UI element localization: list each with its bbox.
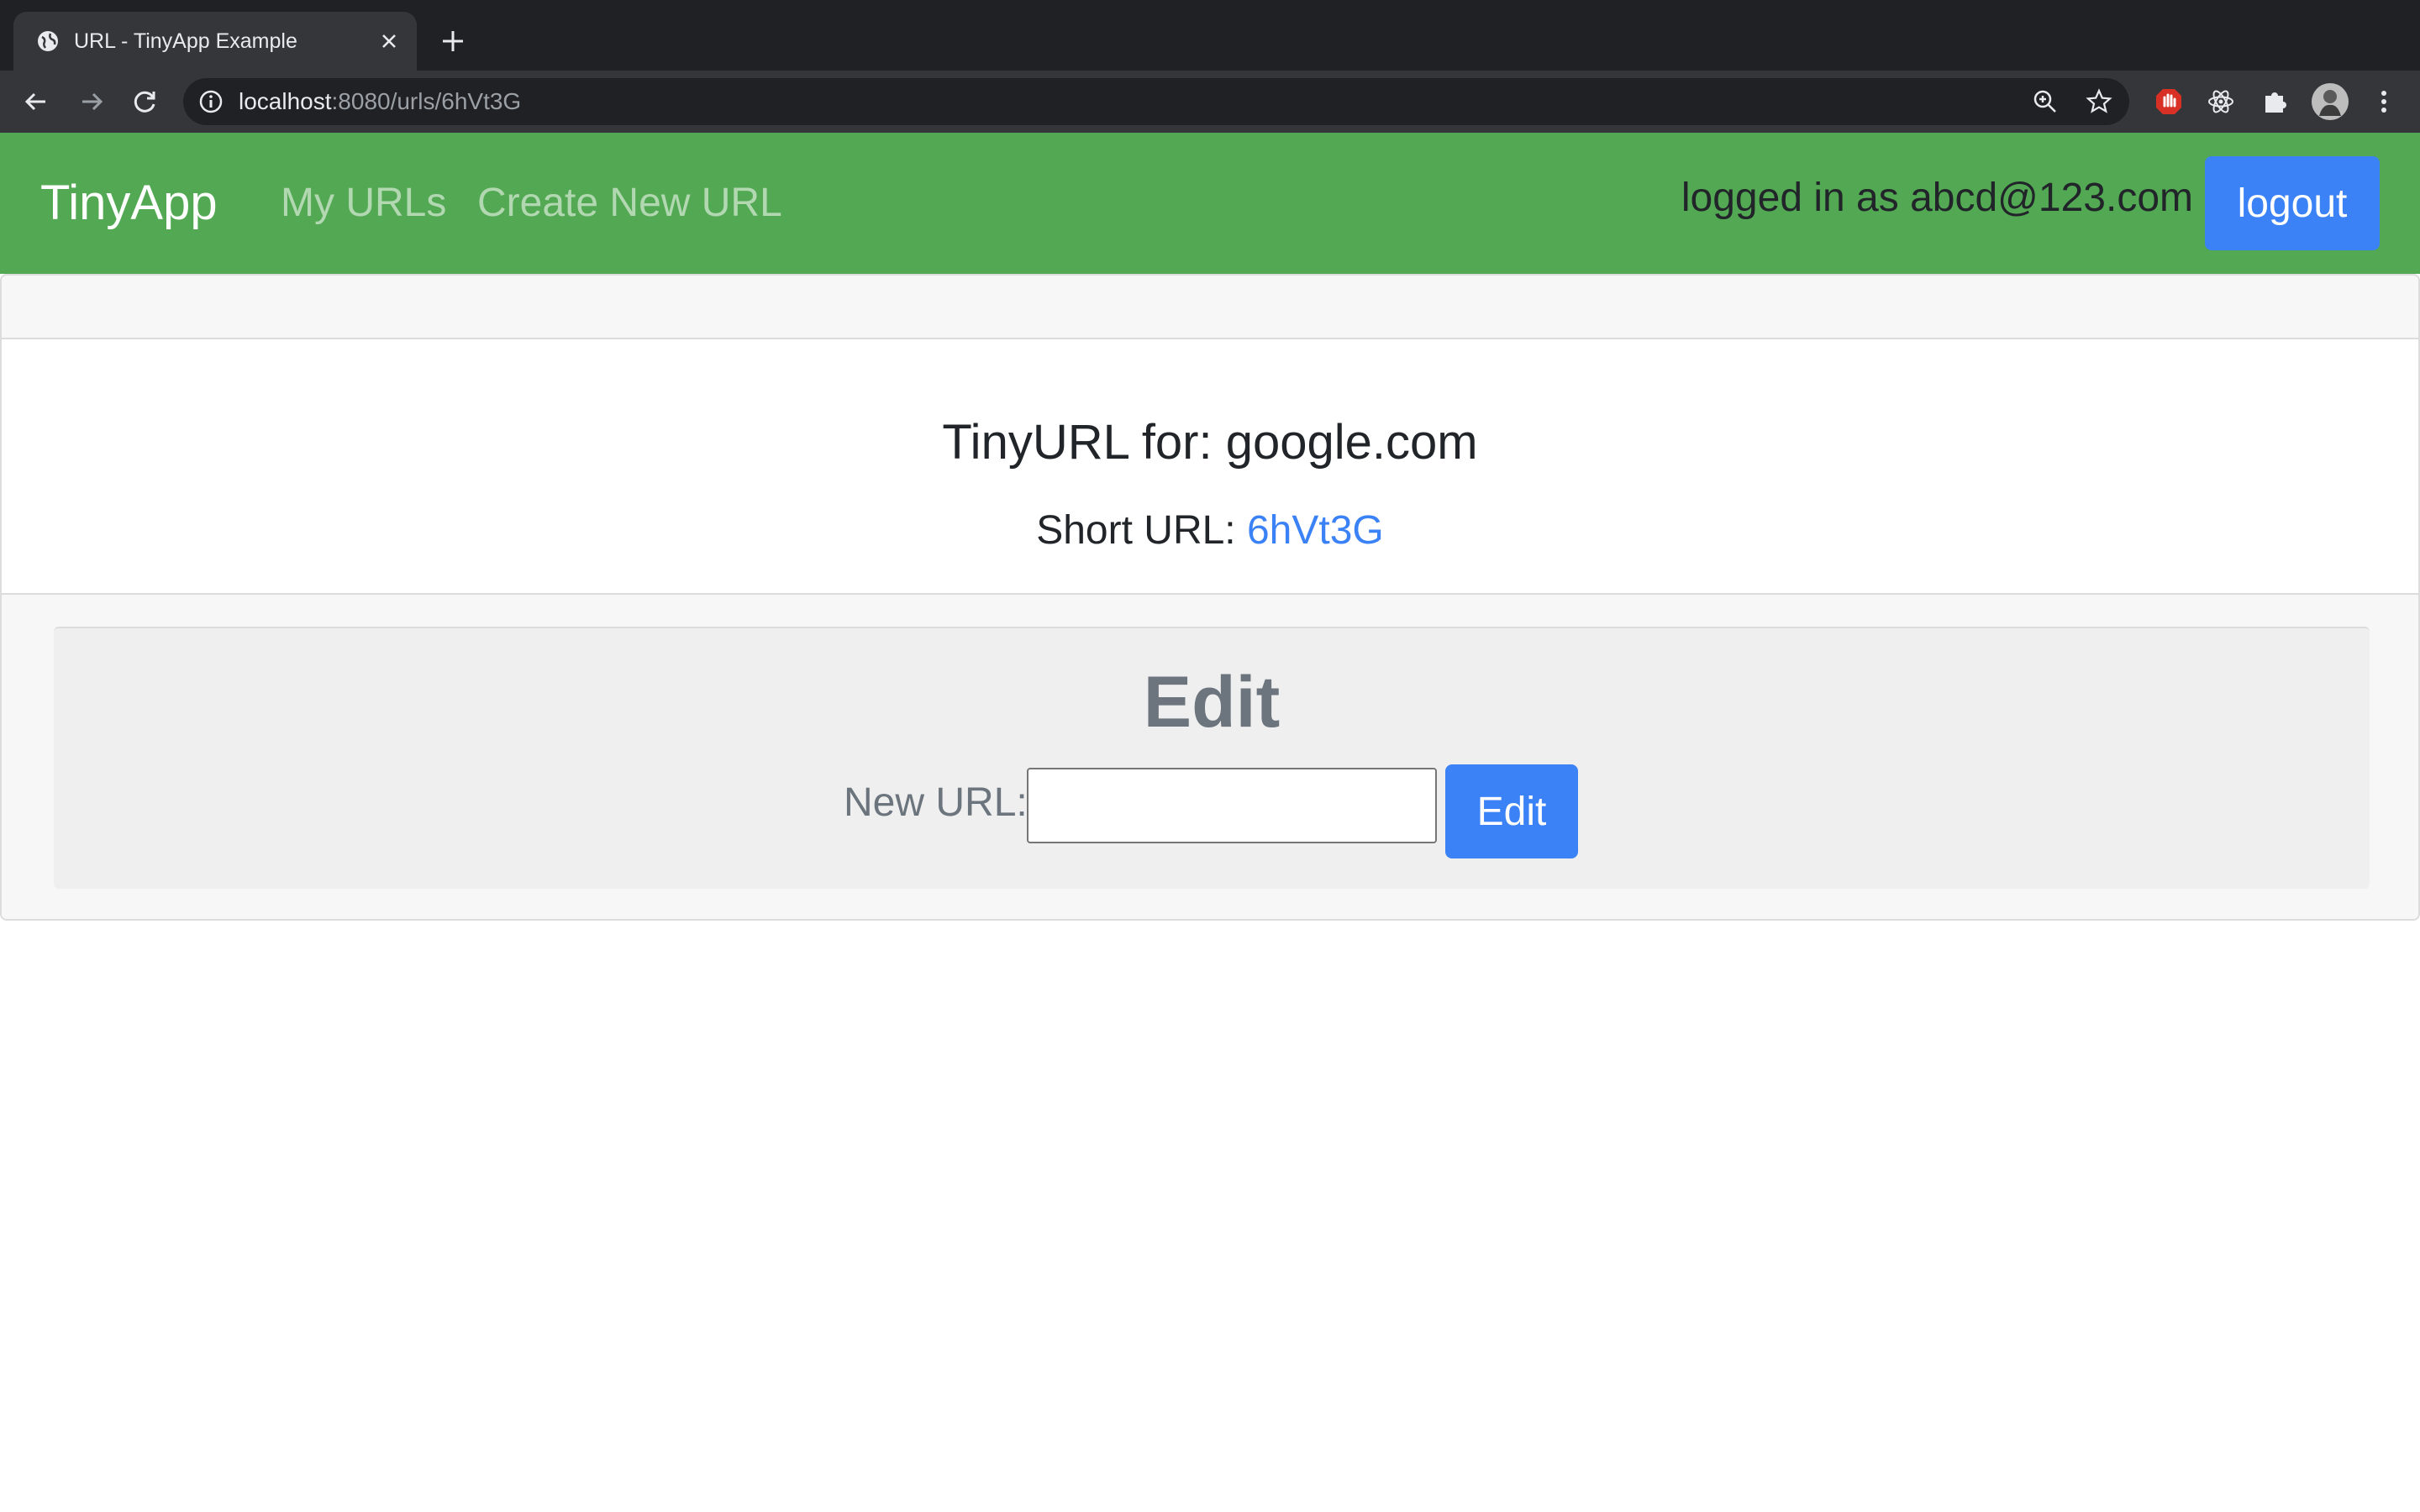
nav-link-create-new-url[interactable]: Create New URL <box>477 180 782 227</box>
react-devtools-icon[interactable] <box>2205 86 2237 118</box>
more-menu-icon[interactable] <box>2368 86 2400 118</box>
browser-tabstrip: URL - TinyApp Example <box>0 0 2420 71</box>
bookmark-star-icon[interactable] <box>2086 88 2112 115</box>
edit-panel: Edit New URL: Edit <box>54 627 2370 889</box>
extensions-puzzle-icon[interactable] <box>2259 86 2291 118</box>
edit-submit-button[interactable]: Edit <box>1445 764 1578 858</box>
card-title: TinyURL for: google.com <box>942 415 1478 470</box>
back-arrow-icon[interactable] <box>20 86 52 118</box>
profile-avatar-icon[interactable] <box>2311 82 2349 121</box>
url-host: localhost <box>239 88 332 114</box>
url-card: TinyURL for: google.com Short URL: 6hVt3… <box>0 274 2420 921</box>
browser-toolbar: localhost:8080/urls/6hVt3G <box>0 71 2420 133</box>
logout-button[interactable]: logout <box>2205 156 2380 250</box>
edit-heading: Edit <box>1143 662 1281 743</box>
short-url-line: Short URL: 6hVt3G <box>2 507 2418 554</box>
globe-icon <box>38 31 58 51</box>
card-body: TinyURL for: google.com Short URL: 6hVt3… <box>2 339 2418 593</box>
adblock-extension-icon[interactable] <box>2153 86 2185 118</box>
address-bar[interactable]: localhost:8080/urls/6hVt3G <box>183 78 2129 125</box>
nav-link-my-urls[interactable]: My URLs <box>281 180 446 227</box>
short-url-link[interactable]: 6hVt3G <box>1247 508 1384 553</box>
card-header <box>2 276 2418 339</box>
new-tab-plus-icon[interactable] <box>439 27 467 55</box>
forward-arrow-icon[interactable] <box>76 86 108 118</box>
new-url-input[interactable] <box>1027 768 1437 843</box>
close-icon[interactable] <box>376 29 402 54</box>
short-url-label: Short URL: <box>1036 508 1247 553</box>
url-text[interactable]: localhost:8080/urls/6hVt3G <box>239 88 521 115</box>
browser-tab[interactable]: URL - TinyApp Example <box>13 12 417 71</box>
tab-title: URL - TinyApp Example <box>74 29 297 53</box>
url-path: :8080/urls/6hVt3G <box>331 88 522 114</box>
card-footer: Edit New URL: Edit <box>2 593 2418 919</box>
app-navbar: TinyApp My URLs Create New URL logged in… <box>0 133 2420 274</box>
site-info-icon[interactable] <box>198 89 224 114</box>
reload-icon[interactable] <box>129 86 161 118</box>
brand-logo-link[interactable]: TinyApp <box>40 176 218 230</box>
login-status: logged in as abcd@123.com <box>1681 176 2193 220</box>
zoom-icon[interactable] <box>2032 88 2059 115</box>
new-url-label: New URL: <box>844 780 1028 825</box>
